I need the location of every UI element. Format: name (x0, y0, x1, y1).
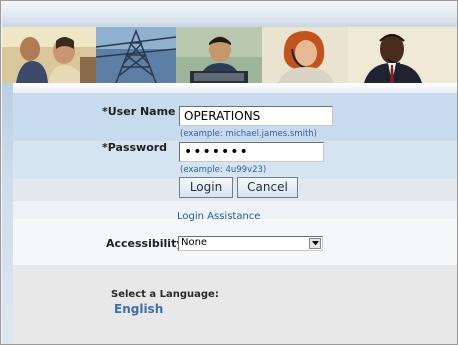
language-link-english[interactable]: English (114, 302, 163, 316)
password-hint: (example: 4u99v23) (180, 165, 267, 175)
woman-headset-photo (262, 27, 348, 83)
man-at-laptop-photo (176, 27, 262, 83)
tower-photo (96, 27, 176, 83)
photo-banner (2, 27, 457, 83)
username-hint: (example: michael.james.smith) (180, 129, 317, 139)
login-button[interactable]: Login (179, 177, 233, 198)
people-photo-1 (2, 27, 96, 83)
language-title: Select a Language: (111, 289, 219, 300)
accessibility-label: Accessibility (106, 237, 184, 250)
accessibility-select[interactable]: None (178, 236, 323, 251)
left-edge-strip (2, 83, 13, 344)
chevron-down-icon[interactable] (309, 238, 321, 249)
cancel-button[interactable]: Cancel (237, 177, 298, 198)
login-page: *User Name OPERATIONS (example: michael.… (0, 0, 458, 345)
accessibility-selected-value: None (181, 237, 208, 248)
form-band (13, 179, 457, 201)
password-label: *Password (102, 141, 168, 154)
form-band (13, 83, 457, 93)
login-assistance-link[interactable]: Login Assistance (177, 211, 260, 222)
username-input[interactable]: OPERATIONS (179, 106, 333, 126)
form-band (13, 265, 457, 344)
username-label: *User Name (102, 105, 176, 118)
top-bar (2, 2, 457, 27)
man-headset-photo (348, 27, 457, 83)
password-input[interactable]: ••••••• (179, 142, 324, 162)
